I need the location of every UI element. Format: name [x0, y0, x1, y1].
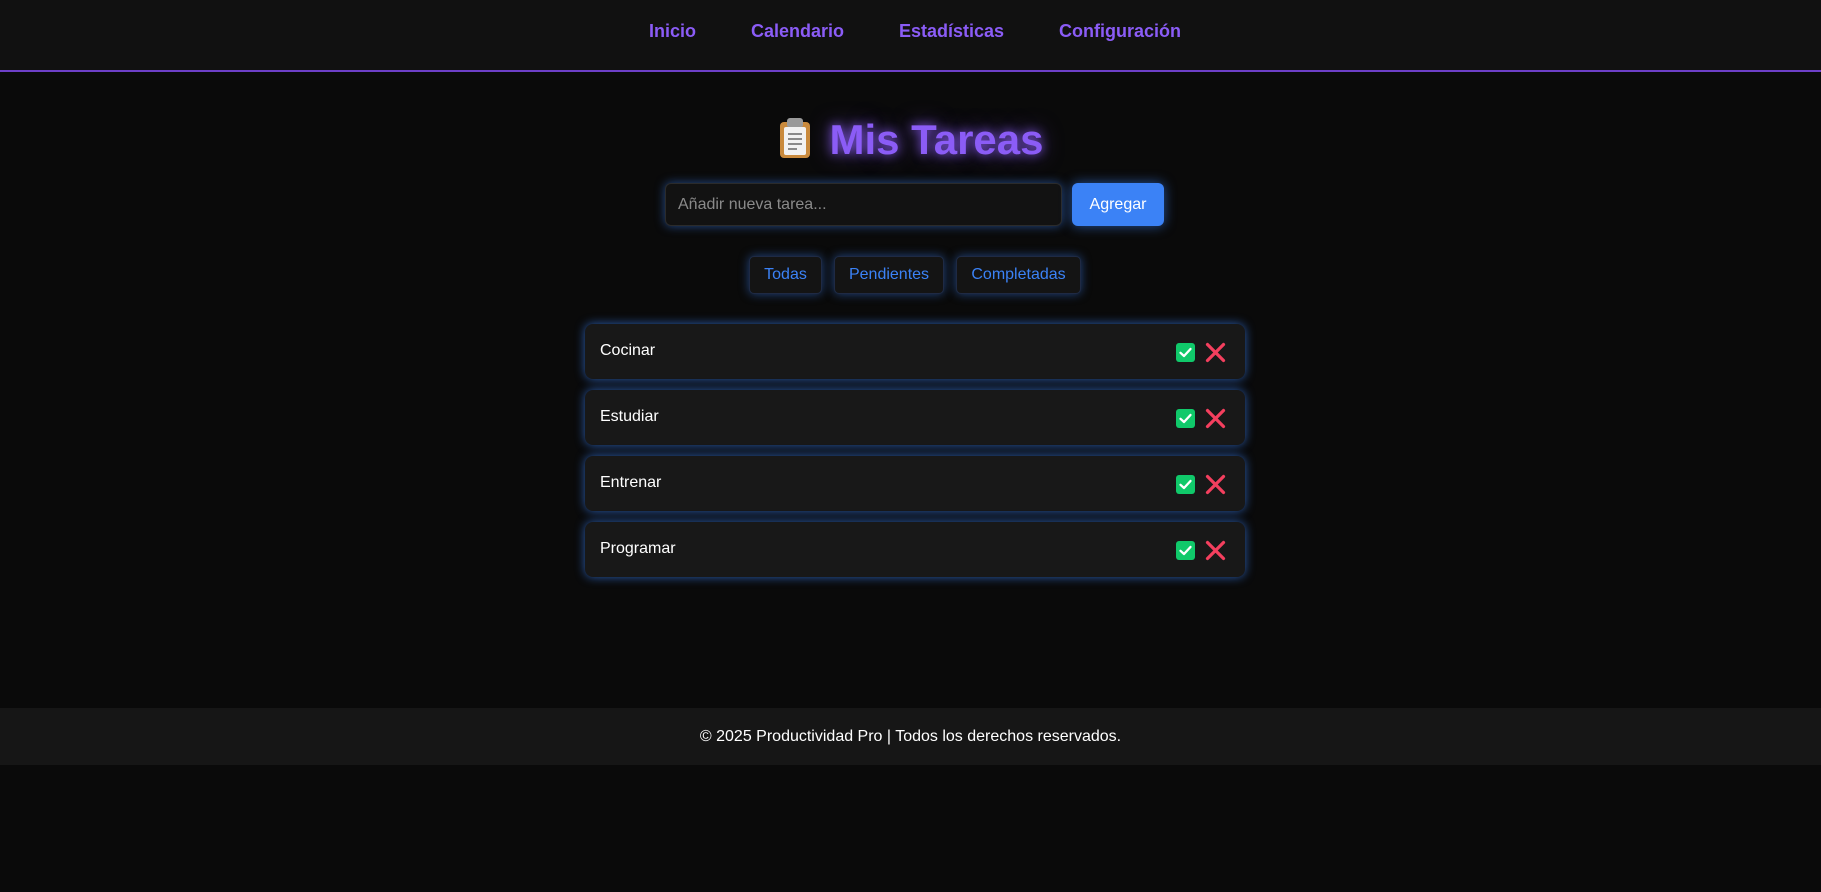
nav-link-inicio[interactable]: Inicio: [649, 20, 696, 42]
task-item: Programar: [585, 522, 1245, 577]
footer-copyright: © 2025 Productividad Pro | Todos los der…: [699, 728, 1122, 745]
task-label: Entrenar: [600, 474, 662, 491]
filter-all-button[interactable]: Todas: [749, 256, 822, 294]
check-icon[interactable]: [1176, 409, 1195, 428]
top-navigation: Inicio Calendario Estadísticas Configura…: [0, 0, 1821, 72]
task-label: Programar: [600, 540, 676, 557]
title-row: Mis Tareas: [0, 112, 1821, 172]
footer: © 2025 Productividad Pro | Todos los der…: [0, 708, 1821, 765]
new-task-input[interactable]: [665, 183, 1062, 226]
filter-pending-button[interactable]: Pendientes: [834, 256, 944, 294]
check-icon[interactable]: [1176, 541, 1195, 560]
clipboard-icon: [778, 118, 812, 158]
add-task-button[interactable]: Agregar: [1072, 183, 1164, 226]
page-title: Mis Tareas: [829, 116, 1044, 163]
nav-link-estadisticas[interactable]: Estadísticas: [899, 20, 1004, 42]
task-label: Cocinar: [600, 342, 656, 359]
check-icon[interactable]: [1176, 343, 1195, 362]
check-icon[interactable]: [1176, 475, 1195, 494]
close-icon[interactable]: [1204, 407, 1227, 430]
close-icon[interactable]: [1204, 341, 1227, 364]
task-item: Entrenar: [585, 456, 1245, 511]
filter-completed-button[interactable]: Completadas: [956, 256, 1081, 294]
task-label: Estudiar: [600, 408, 659, 425]
nav-link-calendario[interactable]: Calendario: [751, 20, 844, 42]
task-item: Cocinar: [585, 324, 1245, 379]
close-icon[interactable]: [1204, 473, 1227, 496]
close-icon[interactable]: [1204, 539, 1227, 562]
nav-link-configuracion[interactable]: Configuración: [1059, 20, 1181, 42]
task-item: Estudiar: [585, 390, 1245, 445]
